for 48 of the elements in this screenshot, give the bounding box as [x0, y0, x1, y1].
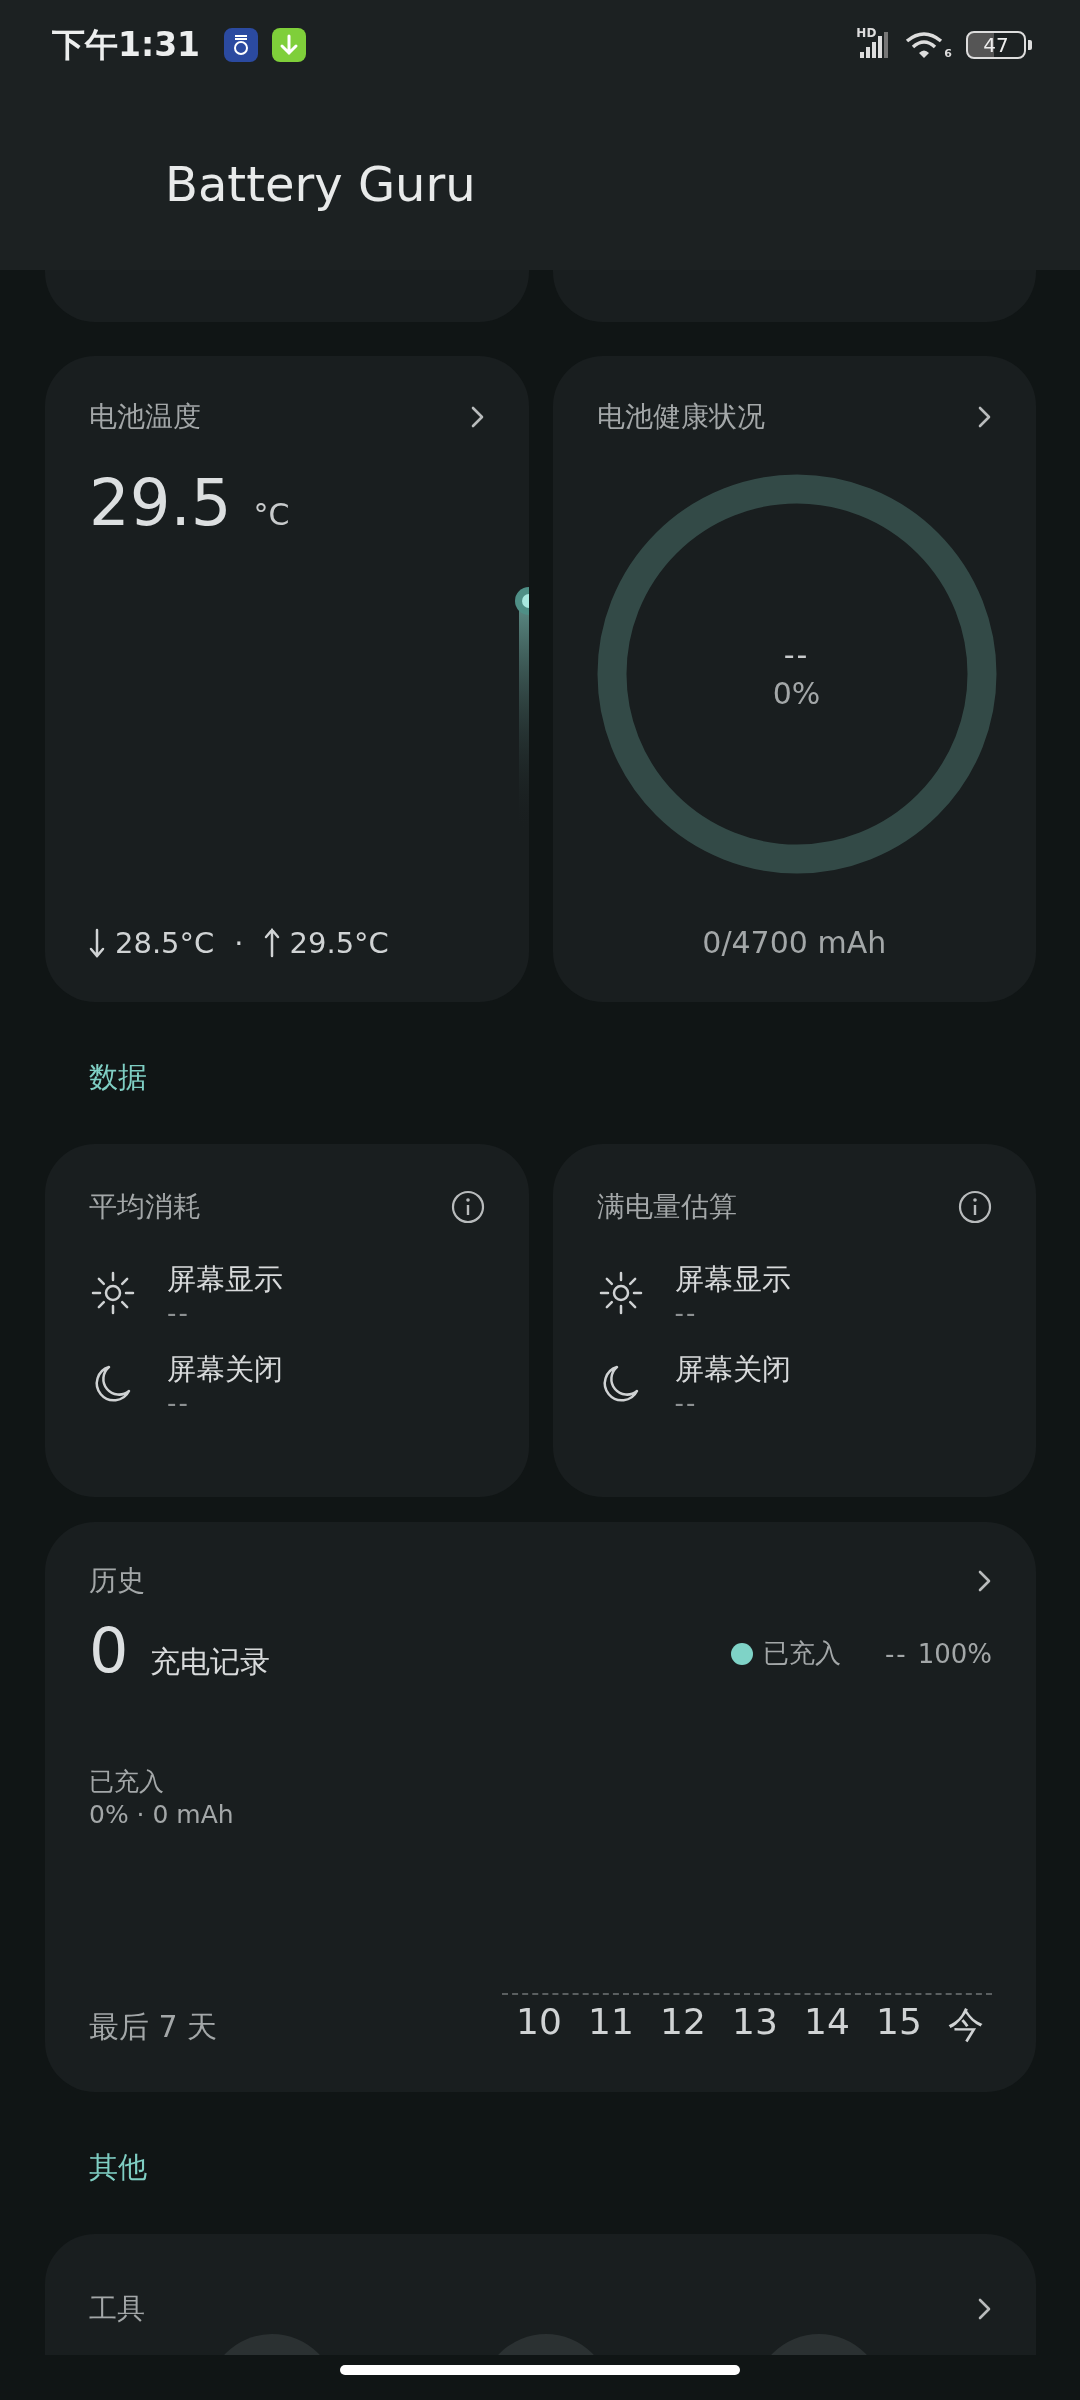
day-label: 今: [948, 2003, 984, 2047]
network-type-label: HD: [856, 26, 877, 40]
day-label: 12: [660, 2001, 706, 2044]
charged-value: 0% · 0 mAh: [89, 1800, 235, 1829]
row-label: 屏幕关闭: [674, 1351, 791, 1388]
day-label: 11: [588, 2001, 634, 2044]
legend-label: 已充入: [762, 1637, 841, 1670]
section-heading: 数据: [89, 1060, 147, 1094]
row-value: --: [167, 1300, 191, 1326]
range-label: 最后 7 天: [89, 2008, 219, 2046]
day-label: 10: [516, 2001, 562, 2044]
battery-icon: 47: [966, 31, 1026, 59]
wifi-label: 6: [944, 47, 952, 60]
row-value: --: [167, 1390, 191, 1416]
record-count: 0: [89, 1614, 129, 1687]
card-title: 平均消耗: [89, 1189, 201, 1225]
row-label: 屏幕关闭: [167, 1351, 283, 1388]
day-label: 15: [876, 2001, 922, 2044]
history-card[interactable]: 历史 0 充电记录 已充入 -- 100% 已充入 0% · 0 mAh 最后 7 天 10 11 12 13 14 15 今: [45, 1522, 1036, 2092]
section-heading: 其他: [89, 2150, 147, 2184]
charged-label: 已充入: [89, 1766, 165, 1798]
health-value: --: [783, 637, 810, 672]
clock: 下午1:31: [52, 23, 201, 66]
card-title: 电池健康状况: [596, 399, 765, 435]
temperature-value: 29.5: [89, 466, 232, 540]
max-temperature: 29.5°C: [289, 926, 389, 960]
day-label: 13: [732, 2001, 778, 2044]
day-label: 14: [804, 2001, 850, 2044]
unit-label: °C: [253, 497, 290, 532]
health-percent: 0%: [772, 676, 821, 711]
card-title: 满电量估算: [596, 1189, 737, 1225]
health-card[interactable]: 电池健康状况 -- 0% 0/4700 mAh: [552, 356, 1036, 1002]
tools-card[interactable]: 工具: [45, 2234, 1036, 2355]
record-count-label: 充电记录: [150, 1643, 271, 1681]
separator-dot: ·: [234, 926, 244, 960]
legend-dashes: --: [884, 1638, 908, 1669]
app-title: Battery Guru: [164, 155, 477, 212]
card-title: 历史: [89, 1563, 145, 1599]
temperature-card[interactable]: 电池温度 29.5 °C 28.5°C · 29.5°C: [45, 356, 529, 1002]
card-title: 工具: [89, 2291, 145, 2327]
row-label: 屏幕显示: [167, 1261, 283, 1298]
row-value: --: [674, 1300, 699, 1326]
card-title: 电池温度: [89, 399, 201, 435]
axis-max-label: 100%: [917, 1638, 992, 1669]
row-value: --: [674, 1390, 699, 1416]
row-label: 屏幕显示: [674, 1261, 791, 1298]
min-temperature: 28.5°C: [115, 926, 215, 960]
capacity-label: 0/4700 mAh: [701, 925, 888, 960]
